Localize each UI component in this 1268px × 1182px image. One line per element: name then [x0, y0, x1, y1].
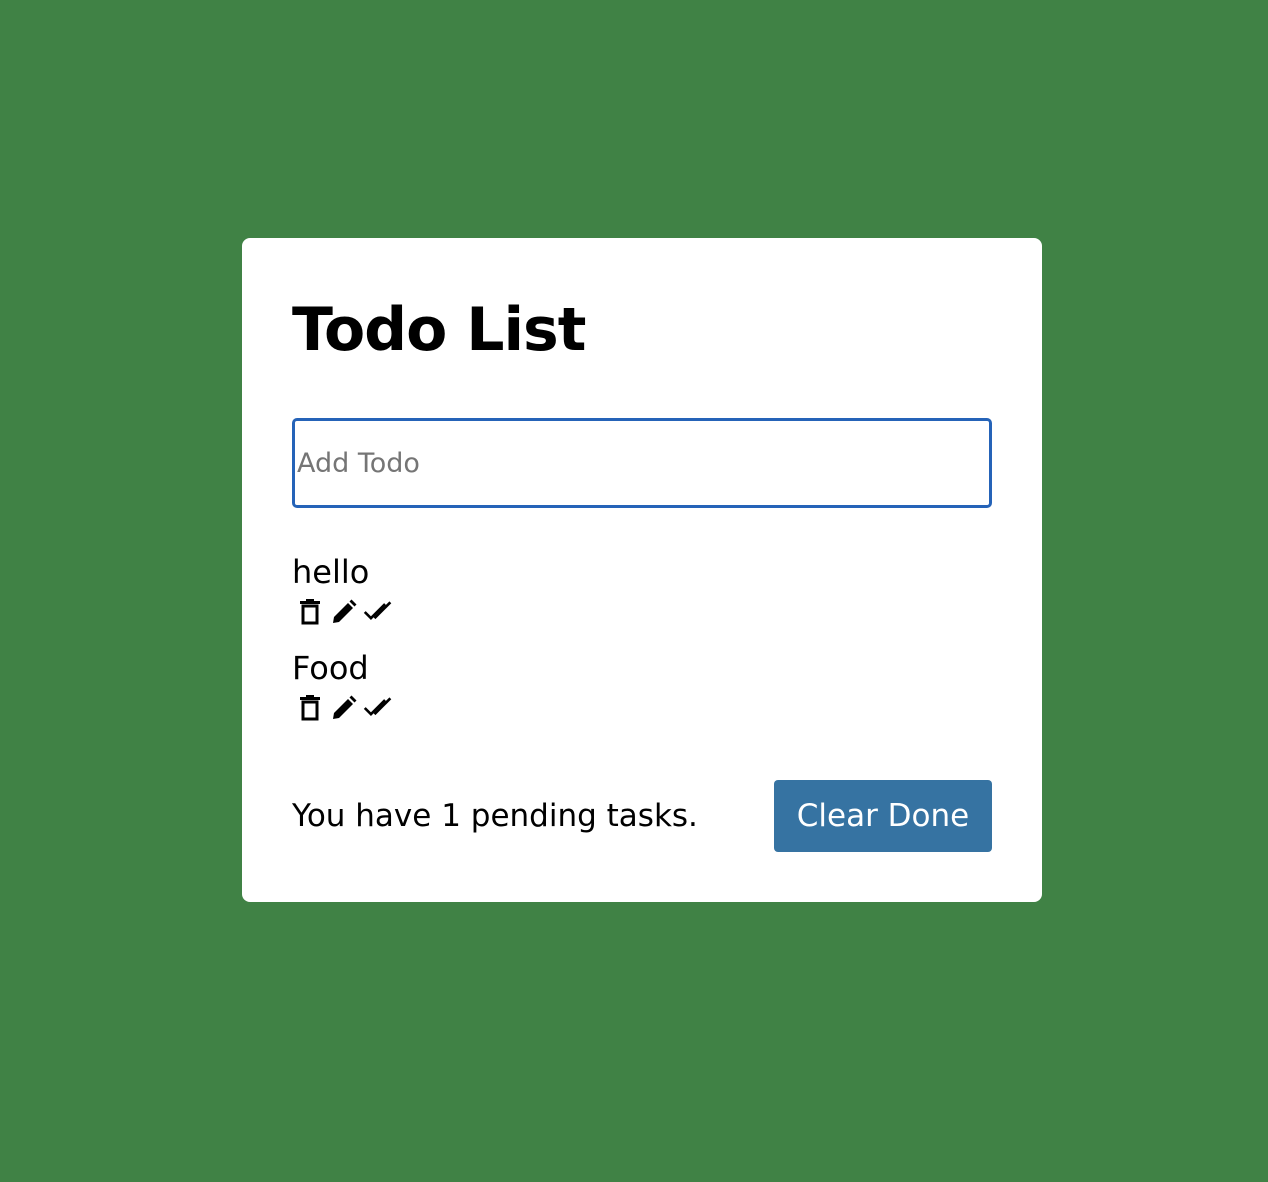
trash-icon[interactable] [295, 692, 325, 724]
todo-card: Todo List hello [242, 238, 1042, 902]
trash-icon[interactable] [295, 596, 325, 628]
page-title: Todo List [292, 295, 586, 365]
todo-text: hello [292, 553, 370, 591]
todo-actions [295, 594, 992, 630]
pending-count-text: You have 1 pending tasks. [292, 798, 698, 834]
todo-list: hello Food [292, 550, 992, 742]
pencil-icon[interactable] [329, 692, 359, 724]
clear-done-button[interactable]: Clear Done [774, 780, 992, 852]
footer: You have 1 pending tasks. Clear Done [292, 780, 992, 852]
todo-item: hello [292, 550, 992, 646]
todo-actions [295, 690, 992, 726]
todo-item: Food [292, 646, 992, 742]
pencil-icon[interactable] [329, 596, 359, 628]
add-todo-input[interactable] [292, 418, 992, 508]
double-check-icon[interactable] [363, 692, 393, 724]
double-check-icon[interactable] [363, 596, 393, 628]
todo-text: Food [292, 649, 369, 687]
